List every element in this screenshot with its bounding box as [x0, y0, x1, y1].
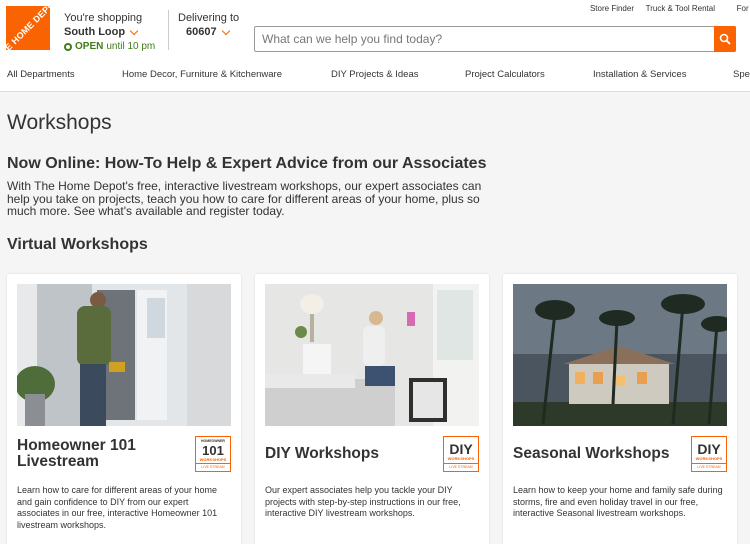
store-selector[interactable]: You're shopping South Loop OPEN until 10… — [64, 12, 155, 52]
badge-workshops: WORKSHOPS — [447, 456, 475, 461]
card-description: Learn how to keep your home and family s… — [513, 485, 723, 518]
store-name: South Loop — [64, 26, 126, 38]
nav-item-project-calculators[interactable]: Project Calculators — [465, 69, 545, 80]
store-label: You're shopping — [64, 12, 143, 24]
seasonal-badge: DIY WORKSHOPS LIVE STREAM — [691, 436, 727, 472]
deliver-label: Delivering to — [178, 12, 240, 24]
workshop-card-seasonal[interactable]: Seasonal Workshops DIY WORKSHOPS LIVE ST… — [503, 274, 737, 544]
search-icon — [719, 33, 731, 45]
nav-item-specials[interactable]: Spe — [733, 69, 750, 80]
seasonal-workshops-image[interactable] — [513, 284, 727, 426]
badge-text: DIY — [449, 441, 473, 457]
site-header: THE HOME DEPOT You're shopping South Loo… — [0, 0, 750, 92]
card-description: Learn how to care for different areas of… — [17, 485, 218, 530]
badge-livestream: LIVE STREAM — [196, 463, 230, 471]
workshop-card-diy[interactable]: DIY Workshops DIY WORKSHOPS LIVE STREAM … — [255, 274, 489, 544]
card-description: Our expert associates help you tackle yo… — [265, 485, 461, 518]
diy-badge: DIY WORKSHOPS LIVE STREAM — [443, 436, 479, 472]
for-the-pro-link[interactable]: For the — [737, 4, 750, 13]
open-status-icon — [64, 42, 72, 51]
diy-workshops-image[interactable] — [265, 284, 479, 426]
nav-item-all-departments[interactable]: All Departments — [7, 69, 75, 80]
search-input[interactable] — [255, 27, 715, 51]
page-title: Workshops — [7, 111, 112, 134]
store-status: OPEN until 10 pm — [64, 41, 155, 52]
card-title[interactable]: DIY Workshops — [265, 446, 435, 462]
virtual-workshops-heading: Virtual Workshops — [7, 236, 148, 253]
store-hours: until 10 pm — [106, 41, 156, 52]
chevron-down-icon — [221, 26, 230, 35]
truck-tool-rental-link[interactable]: Truck & Tool Rental — [646, 4, 715, 13]
store-finder-link[interactable]: Store Finder — [590, 4, 634, 13]
nav-item-home-decor[interactable]: Home Decor, Furniture & Kitchenware — [122, 69, 282, 80]
main-nav: All Departments Home Decor, Furniture & … — [0, 69, 750, 85]
chevron-down-icon — [129, 26, 139, 35]
badge-workshops: WORKSHOPS — [695, 456, 723, 461]
zip-row[interactable]: 60607 — [178, 26, 239, 38]
homeowner-101-badge: HOMEOWNER 101 WORKSHOPS LIVE STREAM — [195, 436, 231, 472]
badge-workshops: WORKSHOPS — [199, 457, 227, 462]
intro-text: With The Home Depot's free, interactive … — [7, 179, 482, 218]
store-name-row[interactable]: South Loop — [64, 26, 155, 38]
section-heading: Now Online: How-To Help & Expert Advice … — [7, 155, 487, 172]
delivery-selector[interactable]: Delivering to 60607 — [178, 12, 239, 38]
badge-text: 101 — [202, 443, 224, 458]
card-title[interactable]: Seasonal Workshops — [513, 446, 693, 462]
home-depot-logo[interactable]: THE HOME DEPOT — [0, 0, 61, 61]
zip-code: 60607 — [186, 26, 217, 38]
workshop-card-homeowner-101[interactable]: Homeowner 101 Livestream HOMEOWNER 101 W… — [7, 274, 241, 544]
nav-item-diy-projects[interactable]: DIY Projects & Ideas — [331, 69, 418, 80]
card-title[interactable]: Homeowner 101 Livestream — [17, 438, 187, 470]
search-button[interactable] — [714, 26, 736, 52]
header-divider — [168, 10, 169, 50]
homeowner-101-image[interactable] — [17, 284, 231, 426]
nav-item-installation-services[interactable]: Installation & Services — [593, 69, 686, 80]
badge-livestream: LIVE STREAM — [444, 463, 478, 471]
store-open-text: OPEN — [75, 41, 104, 52]
badge-text: DIY — [697, 441, 721, 457]
search-bar — [254, 26, 736, 52]
logo-text: THE HOME DEPOT — [0, 0, 61, 61]
badge-livestream: LIVE STREAM — [692, 463, 726, 471]
